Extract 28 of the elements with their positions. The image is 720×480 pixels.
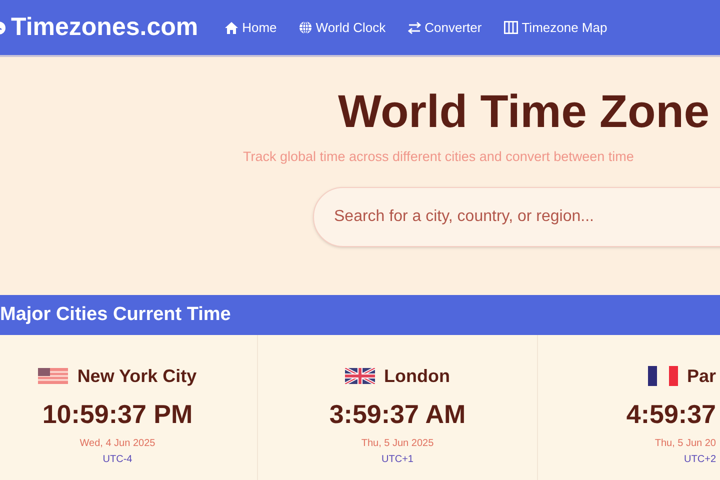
utc-offset: UTC+1 [382, 454, 414, 466]
city-time: 4:59:37 [626, 398, 716, 431]
city-time: 10:59:37 PM [42, 398, 193, 431]
nav-link[interactable]: Timezone Map [504, 18, 608, 38]
city-name: London [384, 364, 450, 388]
nav-link[interactable]: World Clock [298, 18, 386, 38]
nav-link[interactable]: Home [225, 18, 277, 38]
page-subtitle: Track global time across different cities and convert between time [242, 148, 635, 166]
utc-offset: UTC+2 [684, 454, 716, 466]
site-logo[interactable]: Timezones.com [11, 8, 198, 46]
swap-arrows-icon [408, 22, 421, 34]
flag-icon [38, 368, 68, 384]
home-icon [225, 22, 238, 34]
section-title: Major Cities Current Time [0, 302, 231, 327]
map-icon [504, 21, 518, 34]
city-date: Wed, 4 Jun 2025 [80, 437, 156, 451]
flag-icon [345, 368, 375, 384]
city-time: 3:59:37 AM [329, 398, 466, 431]
city-name: Par [686, 364, 716, 388]
city-date: Thu, 5 Jun 20 [654, 437, 716, 451]
flag-icon [648, 366, 678, 386]
utc-offset: UTC-4 [102, 454, 132, 466]
city-name: New York City [77, 364, 197, 388]
nav-link[interactable]: Converter [408, 18, 482, 38]
page-title: World Time Zone [337, 84, 710, 139]
globe-icon [298, 21, 312, 34]
city-date: Thu, 5 Jun 2025 [361, 437, 434, 451]
search-field[interactable]: Search for a city, country, or region... [313, 187, 720, 248]
